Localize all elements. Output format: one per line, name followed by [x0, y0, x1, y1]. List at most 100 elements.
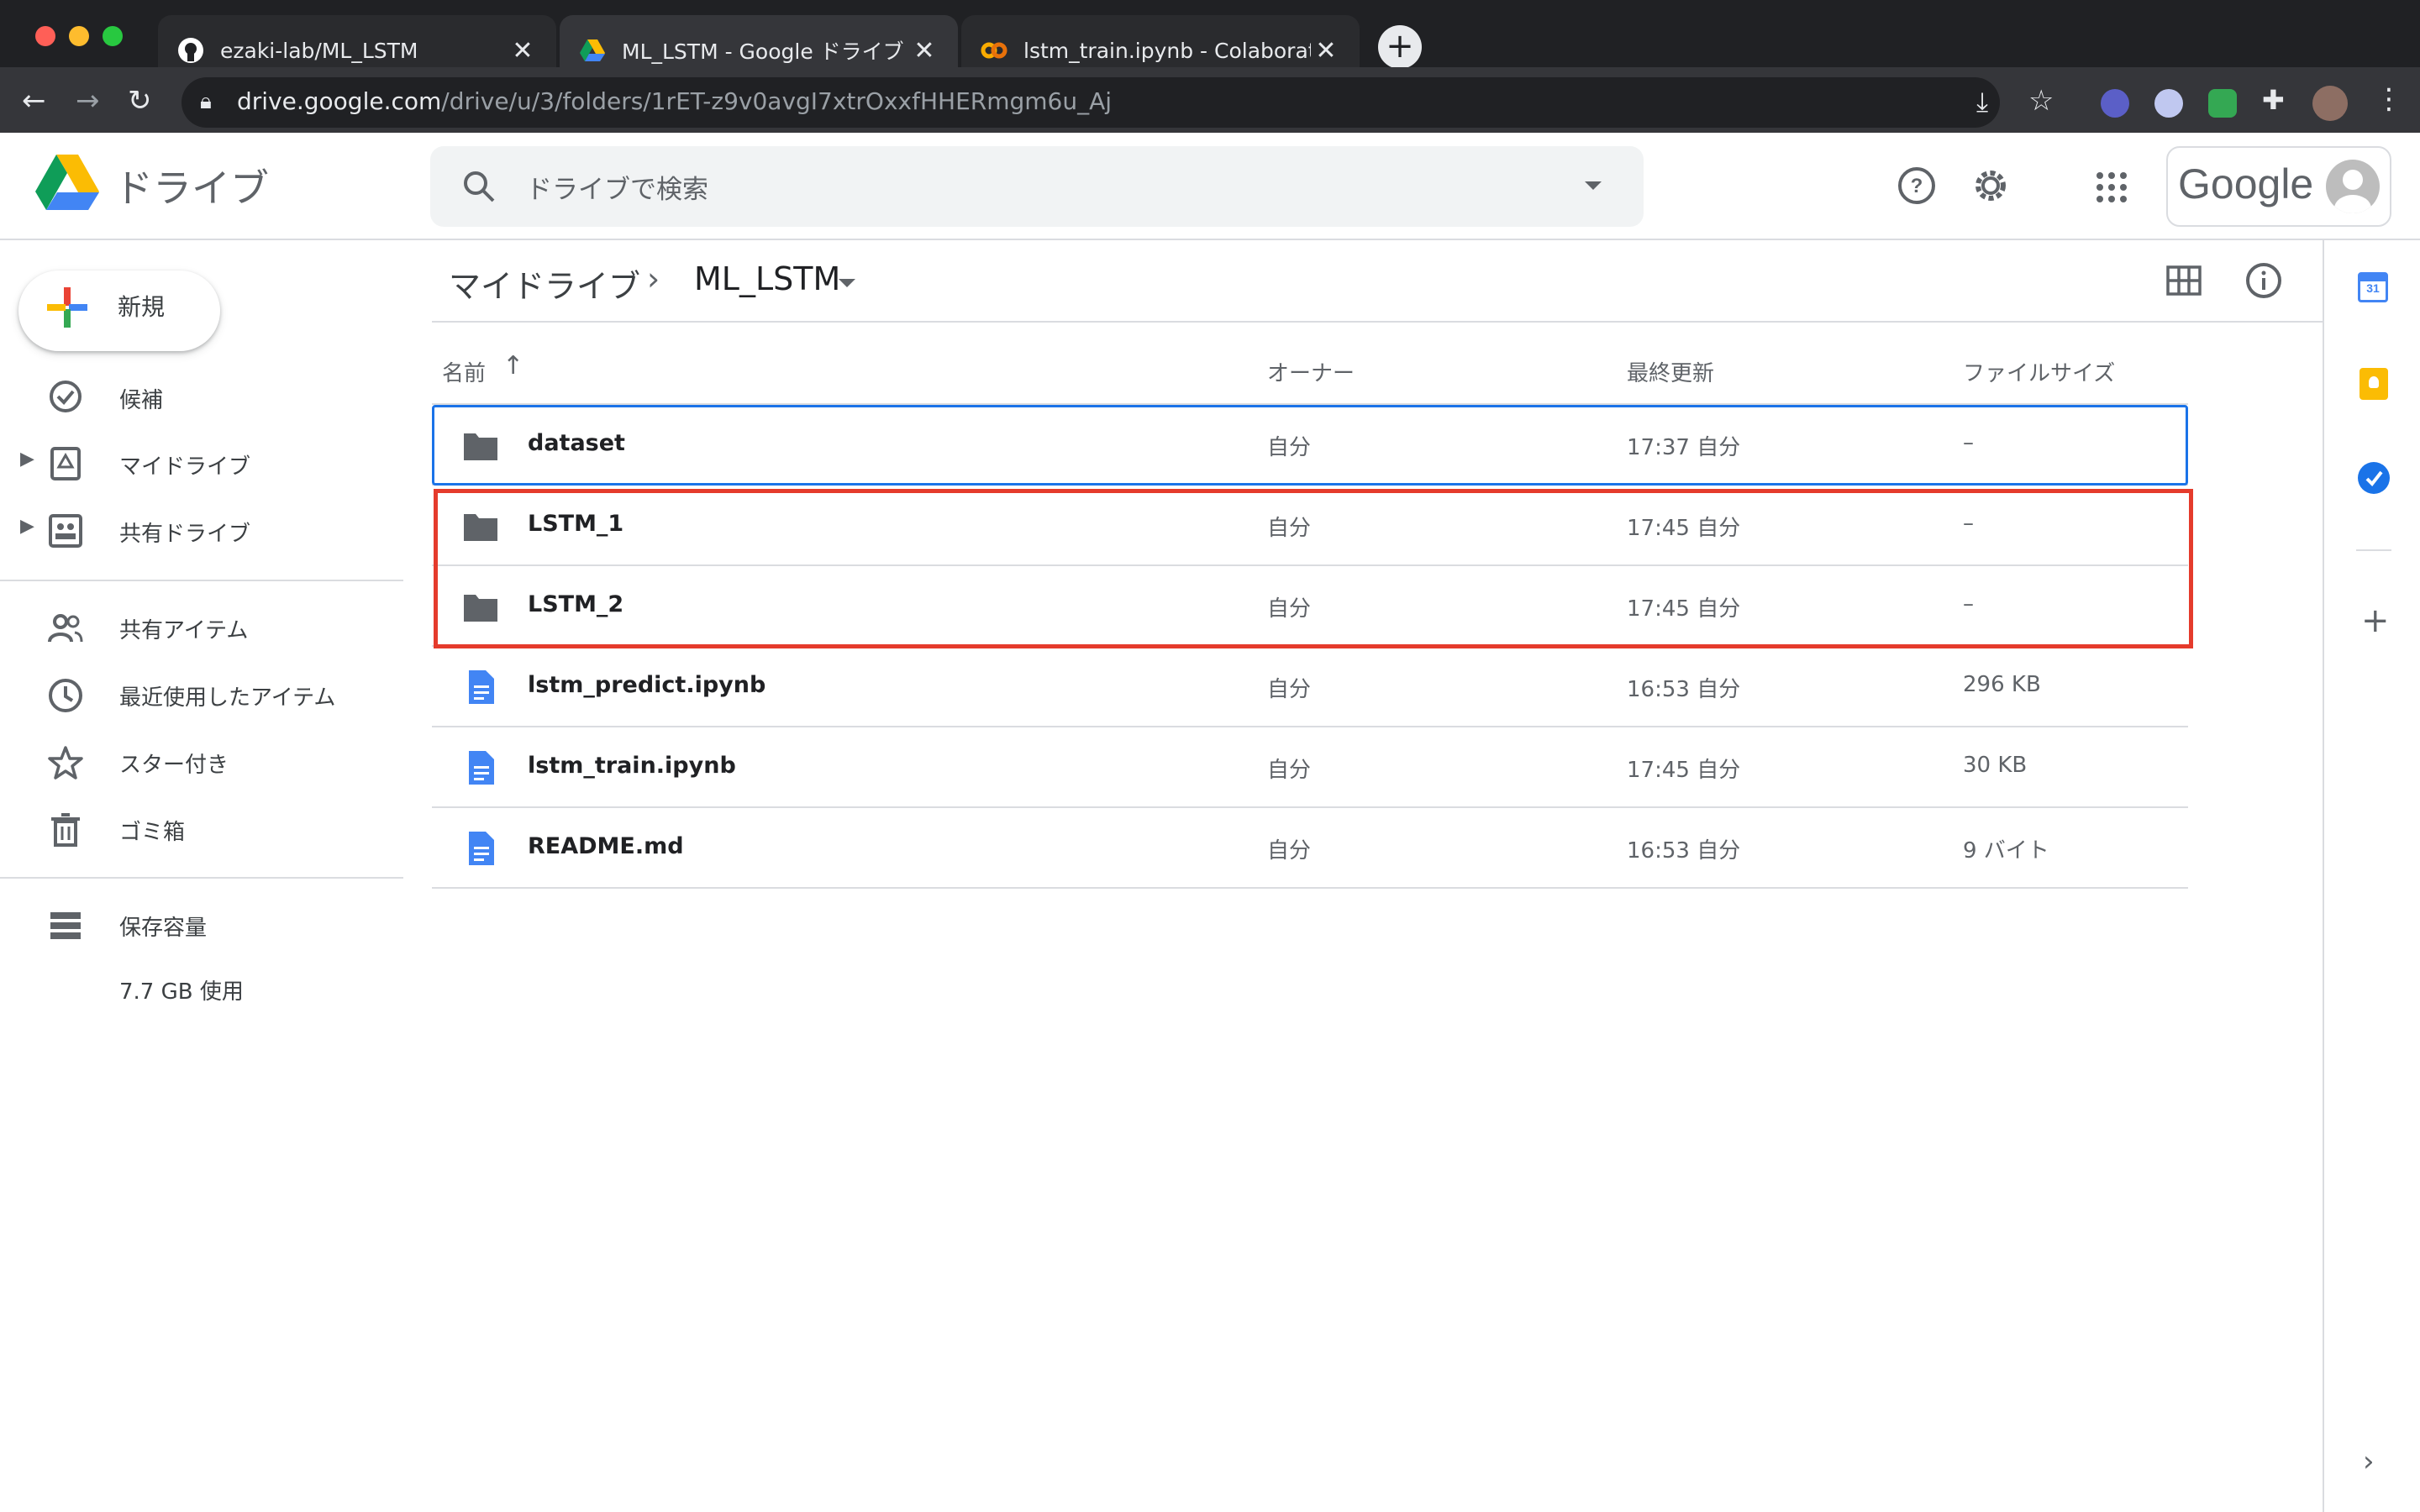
- back-arrow-icon[interactable]: ←: [22, 84, 46, 118]
- breadcrumb-current-folder[interactable]: ML_LSTM: [694, 260, 840, 297]
- shared-drives-icon: [49, 514, 82, 548]
- plus-icon: [47, 287, 87, 328]
- sidebar-item-label: 保存容量: [119, 916, 208, 941]
- file-name: lstm_train.ipynb: [528, 753, 736, 779]
- sidebar-item-label: 最近使用したアイテム: [119, 685, 336, 711]
- folder-icon: [464, 595, 497, 622]
- file-name: LSTM_2: [528, 591, 624, 617]
- sidebar-item-label: マイドライブ: [119, 454, 251, 480]
- extensions-puzzle-icon[interactable]: ✚: [2262, 84, 2285, 116]
- info-icon[interactable]: [2245, 262, 2282, 299]
- file-size: 296 KB: [1963, 672, 2041, 697]
- file-modified: 16:53 自分: [1627, 677, 1741, 702]
- settings-gear-icon[interactable]: [1971, 166, 2010, 205]
- table-row[interactable]: LSTM_2 自分 17:45 自分 –: [432, 566, 2188, 647]
- github-icon: [178, 38, 203, 63]
- url-text[interactable]: drive.google.com/drive/u/3/folders/1rET-…: [237, 87, 1112, 115]
- apps-grid-icon[interactable]: [2096, 171, 2128, 203]
- sort-ascending-arrow-icon[interactable]: ↑: [502, 351, 523, 381]
- tasks-icon[interactable]: [2358, 462, 2390, 494]
- add-addon-plus-icon[interactable]: +: [2361, 601, 2390, 640]
- file-name: README.md: [528, 833, 684, 859]
- drive-brand-label[interactable]: ドライブ: [114, 158, 269, 213]
- shared-with-me-icon: [48, 614, 83, 643]
- expand-arrow-icon[interactable]: ▶: [20, 516, 34, 537]
- file-owner: 自分: [1267, 677, 1312, 702]
- side-panel-divider: [2356, 549, 2391, 551]
- sidebar-item-label: 共有ドライブ: [119, 522, 251, 547]
- extension-thumb-icon[interactable]: [2208, 89, 2237, 118]
- browser-menu-icon[interactable]: ⋮: [2375, 82, 2403, 116]
- expand-panel-chevron-icon[interactable]: ›: [2363, 1445, 2375, 1478]
- table-row[interactable]: dataset 自分 17:37 自分 –: [432, 405, 2188, 486]
- window-zoom-button[interactable]: [103, 26, 123, 46]
- file-size: –: [1963, 511, 1974, 536]
- calendar-icon[interactable]: 31: [2358, 272, 2388, 302]
- forward-arrow-icon[interactable]: →: [76, 84, 100, 118]
- sidebar-item-label: ゴミ箱: [119, 820, 186, 845]
- file-owner: 自分: [1267, 435, 1312, 460]
- folder-icon: [464, 514, 497, 541]
- folder-icon: [464, 433, 497, 460]
- install-icon[interactable]: ⤓: [1976, 86, 1988, 118]
- file-modified: 17:45 自分: [1627, 596, 1741, 622]
- file-owner: 自分: [1267, 516, 1312, 541]
- column-header-modified[interactable]: 最終更新: [1627, 356, 1714, 387]
- tab-title: lstm_train.ipynb - Colaboratory: [1023, 38, 1311, 63]
- window-minimize-button[interactable]: [69, 26, 89, 46]
- recent-icon: [49, 679, 82, 712]
- new-button-label: 新規: [118, 293, 166, 321]
- file-modified: 17:37 自分: [1627, 435, 1741, 460]
- google-account-label: Google: [2178, 160, 2314, 207]
- keep-icon[interactable]: [2360, 368, 2388, 400]
- document-icon: [469, 832, 494, 865]
- help-icon[interactable]: ?: [1897, 166, 1936, 205]
- file-modified: 16:53 自分: [1627, 838, 1741, 864]
- tab-close-icon[interactable]: ✕: [1311, 36, 1341, 66]
- reload-icon[interactable]: ↻: [128, 84, 152, 118]
- side-panel: [2323, 240, 2420, 1512]
- column-header-owner[interactable]: オーナー: [1267, 356, 1355, 387]
- file-owner: 自分: [1267, 596, 1312, 622]
- tab-title: ezaki-lab/ML_LSTM: [220, 38, 418, 63]
- extension-check-icon[interactable]: [2101, 89, 2129, 118]
- search-options-chevron-icon[interactable]: [1583, 180, 1603, 192]
- breadcrumb-my-drive[interactable]: マイドライブ: [449, 260, 640, 307]
- file-size: –: [1963, 430, 1974, 455]
- search-icon[interactable]: [460, 168, 497, 205]
- new-tab-button[interactable]: +: [1378, 25, 1422, 69]
- colab-icon: [981, 42, 1007, 59]
- grid-view-icon[interactable]: [2166, 265, 2202, 296]
- tab-close-icon[interactable]: ✕: [909, 36, 939, 66]
- column-header-name[interactable]: 名前: [442, 356, 486, 387]
- profile-avatar-icon[interactable]: [2312, 86, 2348, 121]
- document-icon: [469, 670, 494, 704]
- search-placeholder: ドライブで検索: [526, 175, 708, 205]
- tab-close-icon[interactable]: ✕: [508, 36, 538, 66]
- table-row[interactable]: lstm_predict.ipynb 自分 16:53 自分 296 KB: [432, 647, 2188, 727]
- table-row[interactable]: lstm_train.ipynb 自分 17:45 自分 30 KB: [432, 727, 2188, 808]
- table-row[interactable]: LSTM_1 自分 17:45 自分 –: [432, 486, 2188, 566]
- table-row[interactable]: README.md 自分 16:53 自分 9 バイト: [432, 808, 2188, 889]
- bookmark-star-icon[interactable]: ☆: [2028, 84, 2054, 118]
- trash-icon: [51, 813, 80, 847]
- column-header-size[interactable]: ファイルサイズ: [1963, 356, 2115, 387]
- sidebar-item-label: 共有アイテム: [119, 618, 249, 643]
- folder-menu-chevron-icon[interactable]: [837, 277, 857, 289]
- extension-face-icon[interactable]: [2154, 89, 2183, 118]
- storage-used-text: 7.7 GB 使用: [119, 979, 244, 1005]
- star-icon: [48, 746, 83, 780]
- tab-title: ML_LSTM - Google ドライブ: [622, 39, 904, 64]
- sidebar-item-label: スター付き: [119, 753, 229, 778]
- google-drive-logo-icon: [35, 155, 99, 210]
- window-close-button[interactable]: [35, 26, 55, 46]
- avatar[interactable]: [2326, 160, 2380, 213]
- expand-arrow-icon[interactable]: ▶: [20, 449, 34, 470]
- sidebar-divider: [0, 877, 403, 879]
- file-owner: 自分: [1267, 758, 1312, 783]
- sidebar-item-label: 候補: [119, 388, 164, 413]
- file-size: 9 バイト: [1963, 838, 2049, 864]
- file-name: lstm_predict.ipynb: [528, 672, 766, 698]
- file-modified: 17:45 自分: [1627, 758, 1741, 783]
- document-icon: [469, 751, 494, 785]
